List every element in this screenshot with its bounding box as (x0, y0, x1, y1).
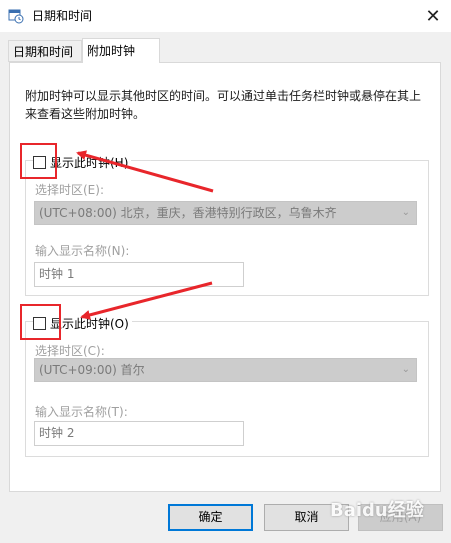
clock1-timezone-label: 选择时区(E): (35, 183, 104, 197)
ok-button[interactable]: 确定 (168, 504, 253, 531)
clock1-timezone-select: (UTC+08:00) 北京，重庆，香港特别行政区，乌鲁木齐 ⌄ (34, 201, 417, 225)
close-button[interactable]: ✕ (415, 0, 451, 32)
window-title: 日期和时间 (32, 9, 93, 23)
clock1-name-input: 时钟 1 (34, 262, 244, 287)
clock2-name-input: 时钟 2 (34, 421, 244, 446)
clock2-checkbox-row[interactable]: 显示此时钟(O) (33, 315, 132, 331)
chevron-down-icon: ⌄ (401, 364, 410, 375)
description-text: 附加时钟可以显示其他时区的时间。可以通过单击任务栏时钟或悬停在其上来查看这些附加… (25, 89, 422, 121)
tab-date-time[interactable]: 日期和时间 (8, 40, 82, 62)
clock1-checkbox[interactable] (33, 155, 46, 169)
clock1-checkbox-row[interactable]: 显示此时钟(H) (33, 154, 132, 171)
baidu-watermark: Baidu经验 (330, 500, 424, 521)
title-bar: 日期和时间 ✕ (0, 0, 451, 32)
clock2-checkbox-label[interactable]: 显示此时钟(O) (50, 315, 129, 332)
clock2-checkbox[interactable] (33, 316, 46, 330)
clock2-name-label: 输入显示名称(T): (35, 405, 128, 419)
clock2-timezone-select: (UTC+09:00) 首尔 ⌄ (34, 358, 417, 382)
clock2-timezone-label: 选择时区(C): (35, 344, 105, 358)
close-icon: ✕ (425, 5, 441, 27)
clock2-timezone-value: (UTC+09:00) 首尔 (39, 363, 145, 377)
chevron-down-icon: ⌄ (401, 207, 410, 218)
clock1-timezone-value: (UTC+08:00) 北京，重庆，香港特别行政区，乌鲁木齐 (39, 206, 337, 220)
clock1-checkbox-label[interactable]: 显示此时钟(H) (50, 154, 128, 171)
calendar-clock-icon (8, 8, 24, 24)
clock1-name-label: 输入显示名称(N): (35, 244, 130, 258)
tab-additional-clocks[interactable]: 附加时钟 (82, 38, 160, 63)
